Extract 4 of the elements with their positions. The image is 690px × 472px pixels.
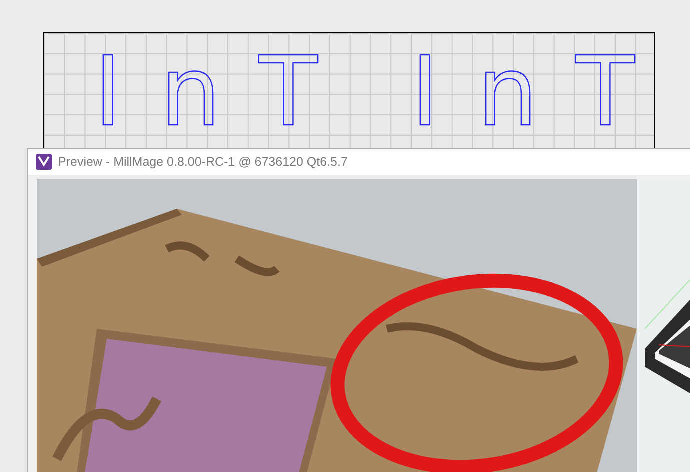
outlined-text: InT — [94, 36, 356, 148]
outlined-text: InT — [411, 36, 673, 148]
app-logo-icon — [36, 154, 52, 170]
window-title: Preview - MillMage 0.8.00-RC-1 @ 6736120 Qt6.5.7 — [58, 154, 348, 171]
